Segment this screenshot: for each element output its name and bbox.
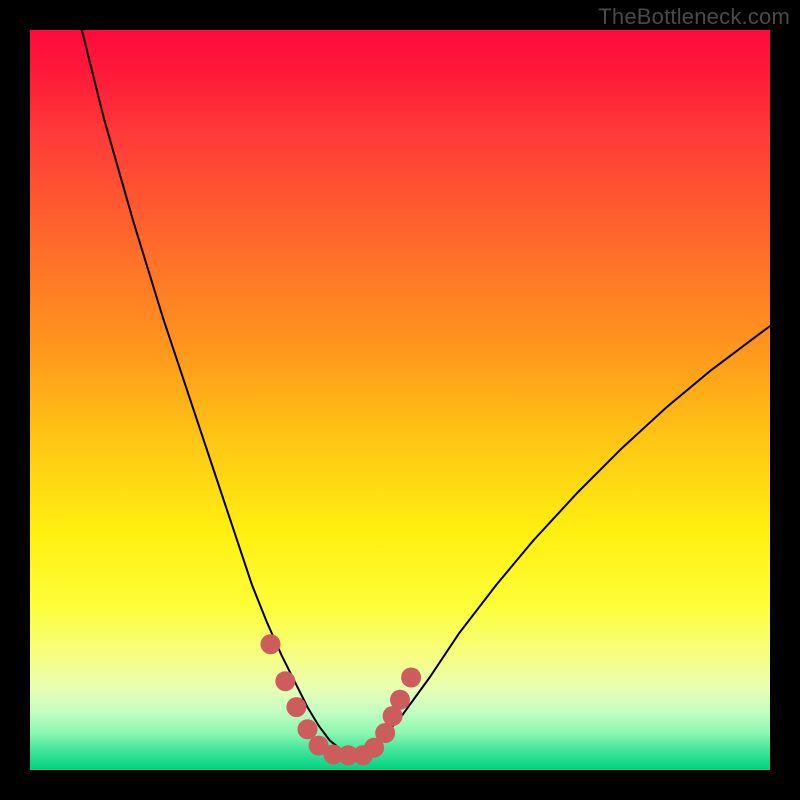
highlight-dot xyxy=(390,690,410,710)
highlight-dot xyxy=(286,697,306,717)
highlight-dots-group xyxy=(261,634,422,765)
chart-plot-area xyxy=(30,30,770,770)
bottleneck-curve xyxy=(82,30,770,754)
watermark-text: TheBottleneck.com xyxy=(598,4,790,30)
highlight-dot xyxy=(275,671,295,691)
highlight-dot xyxy=(261,634,281,654)
highlight-dot xyxy=(401,668,421,688)
highlight-dot xyxy=(298,719,318,739)
chart-overlay-svg xyxy=(30,30,770,770)
chart-frame: TheBottleneck.com xyxy=(0,0,800,800)
highlight-dot xyxy=(375,723,395,743)
